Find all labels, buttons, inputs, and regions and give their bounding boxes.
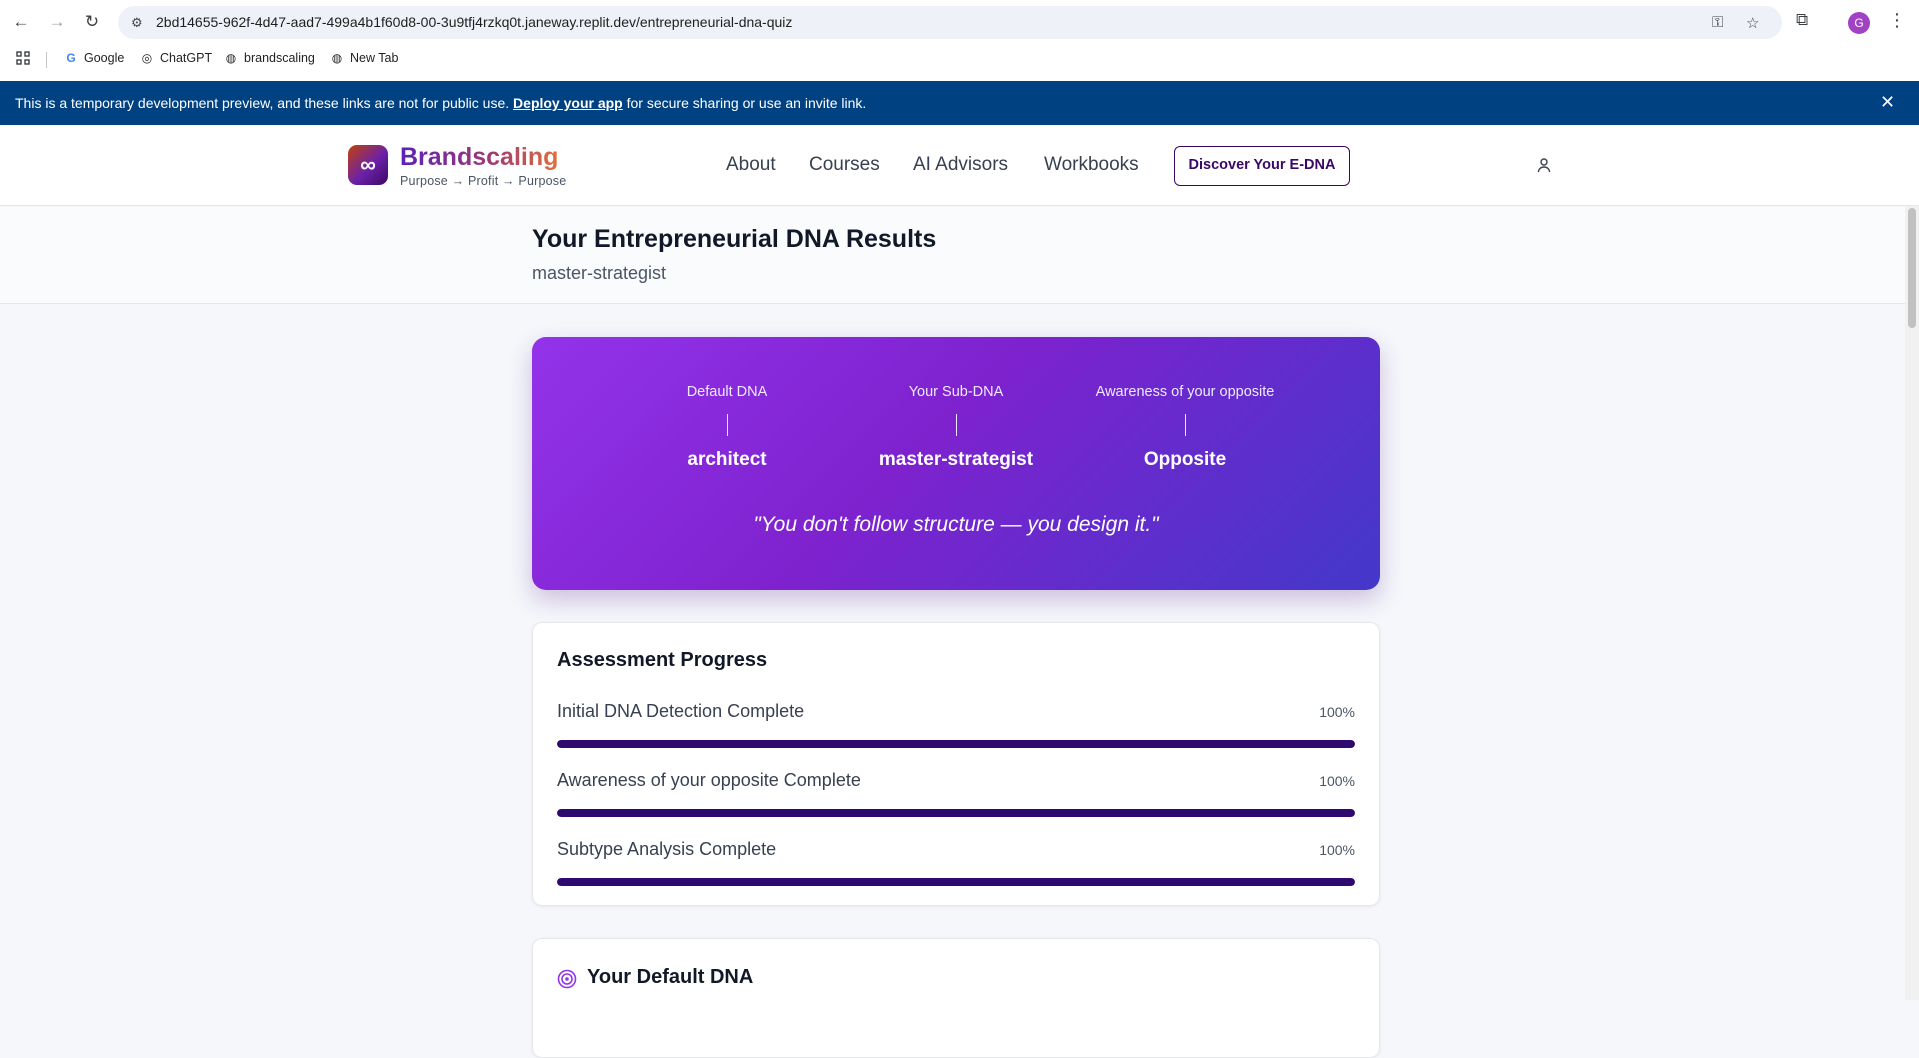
user-icon[interactable] <box>1536 157 1552 173</box>
divider <box>726 414 728 436</box>
browser-menu-icon[interactable]: ⋮ <box>1888 10 1906 31</box>
default-dna-card: Your Default DNA <box>532 938 1380 1058</box>
password-key-icon[interactable]: ⚿ <box>1712 14 1723 31</box>
progress-label: Awareness of your opposite Complete <box>557 770 861 790</box>
dev-banner-text-before: This is a temporary development preview,… <box>15 95 510 111</box>
address-row: ← → ↻ ⚙ 2bd14655-962f-4d47-aad7-499a4b1f… <box>0 0 1919 45</box>
bookmark-chatgpt[interactable]: ◎ ChatGPT <box>140 51 212 65</box>
deploy-app-link[interactable]: Deploy your app <box>513 95 623 111</box>
back-icon[interactable]: ← <box>9 10 33 34</box>
bookmark-label: New Tab <box>350 51 399 65</box>
bookmark-brandscaling[interactable]: ◍ brandscaling <box>224 51 315 65</box>
bookmark-label: Google <box>84 51 125 65</box>
forward-icon[interactable]: → <box>45 10 69 34</box>
progress-track <box>557 809 1355 817</box>
brand-logo-icon[interactable]: ∞ <box>348 145 388 185</box>
extensions-icon[interactable]: ⧉ <box>1796 10 1808 30</box>
sub-dna-column: Your Sub-DNA master-strategist <box>846 384 1066 471</box>
sub-dna-value: master-strategist <box>878 449 1034 470</box>
dna-summary-card: Default DNA architect Your Sub-DNA maste… <box>532 337 1380 590</box>
nav-about[interactable]: About <box>726 154 776 176</box>
opposite-label: Awareness of your opposite <box>1095 384 1275 400</box>
dev-banner-text-after: for secure sharing or use an invite link… <box>626 95 867 111</box>
brand-name[interactable]: Brandscaling <box>400 143 558 172</box>
address-bar[interactable]: ⚙ 2bd14655-962f-4d47-aad7-499a4b1f60d8-0… <box>118 6 1782 39</box>
site-settings-icon[interactable]: ⚙ <box>131 14 149 32</box>
close-icon[interactable]: ✕ <box>1880 92 1895 113</box>
assessment-progress-card: Assessment Progress Initial DNA Detectio… <box>532 622 1380 906</box>
bookmark-label: brandscaling <box>244 51 315 65</box>
scrollbar-thumb[interactable] <box>1908 208 1916 328</box>
default-dna-label: Default DNA <box>686 384 768 400</box>
bookmarks-bar: G Google ◎ ChatGPT ◍ brandscaling ◍ New … <box>0 47 1919 73</box>
results-title-band: Your Entrepreneurial DNA Results master-… <box>0 207 1919 304</box>
chatgpt-icon: ◎ <box>141 51 153 65</box>
nav-courses[interactable]: Courses <box>809 154 880 176</box>
dev-preview-banner: This is a temporary development preview,… <box>0 81 1919 125</box>
progress-bar-fill <box>557 809 1355 817</box>
progress-bar-fill <box>557 878 1355 886</box>
progress-label: Subtype Analysis Complete <box>557 839 777 859</box>
progress-card-title: Assessment Progress <box>557 649 768 671</box>
progress-percent: 100% <box>1319 842 1355 858</box>
site-header: ∞ Brandscaling Purpose → Profit → Purpos… <box>0 125 1919 206</box>
dna-quote: "You don't follow structure — you design… <box>753 513 1159 536</box>
progress-bar-fill <box>557 740 1355 748</box>
page-title: Your Entrepreneurial DNA Results <box>532 225 937 253</box>
target-icon <box>557 969 577 989</box>
dev-banner-text: This is a temporary development preview,… <box>15 95 866 111</box>
default-dna-title: Your Default DNA <box>587 966 754 988</box>
divider <box>955 414 957 436</box>
globe-icon: ◍ <box>331 51 343 65</box>
bookmarks-divider <box>46 52 47 68</box>
page-subtitle: master-strategist <box>532 263 667 283</box>
progress-percent: 100% <box>1319 773 1355 789</box>
brand-tagline: Purpose → Profit → Purpose <box>400 174 567 188</box>
apps-grid-icon[interactable] <box>16 51 30 65</box>
globe-icon: ◍ <box>225 51 237 65</box>
google-icon: G <box>66 51 76 65</box>
url-text[interactable]: 2bd14655-962f-4d47-aad7-499a4b1f60d8-00-… <box>156 14 792 30</box>
bookmark-google[interactable]: G Google <box>64 51 124 65</box>
default-dna-value: architect <box>687 449 767 470</box>
bookmark-label: ChatGPT <box>160 51 213 65</box>
divider <box>1184 414 1186 436</box>
nav-ai-advisors[interactable]: AI Advisors <box>913 154 1008 176</box>
progress-track <box>557 740 1355 748</box>
reload-icon[interactable]: ↻ <box>80 10 104 34</box>
default-dna-column: Default DNA architect <box>617 384 837 471</box>
profile-avatar[interactable]: G <box>1848 12 1870 34</box>
discover-edna-button[interactable]: Discover Your E-DNA <box>1174 146 1350 186</box>
progress-track <box>557 878 1355 886</box>
bookmark-star-icon[interactable]: ☆ <box>1746 14 1759 32</box>
opposite-value: Opposite <box>1143 449 1227 470</box>
sub-dna-label: Your Sub-DNA <box>908 384 1004 400</box>
nav-workbooks[interactable]: Workbooks <box>1044 154 1139 176</box>
browser-chrome: ← → ↻ ⚙ 2bd14655-962f-4d47-aad7-499a4b1f… <box>0 0 1919 81</box>
opposite-column: Awareness of your opposite Opposite <box>1075 384 1295 471</box>
bookmark-new-tab[interactable]: ◍ New Tab <box>330 51 399 65</box>
page-scrollbar[interactable] <box>1905 206 1919 1000</box>
progress-percent: 100% <box>1319 704 1355 720</box>
progress-label: Initial DNA Detection Complete <box>557 701 805 721</box>
